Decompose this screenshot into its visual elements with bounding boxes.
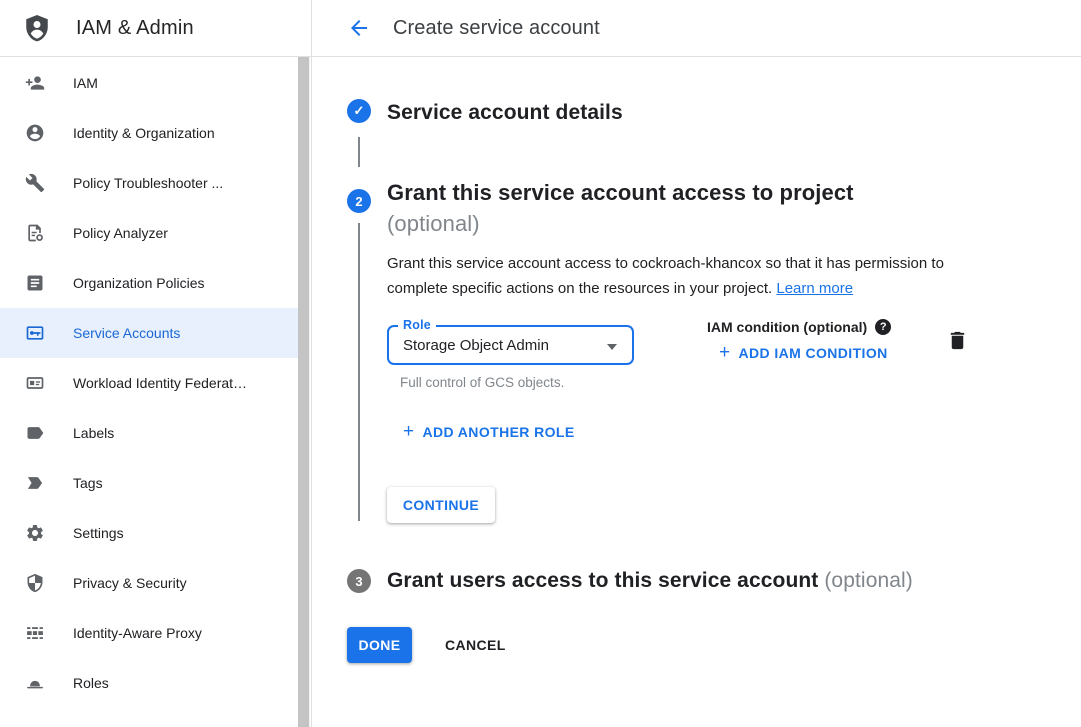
sidebar-item-roles[interactable]: Roles <box>0 658 298 708</box>
step3-title: Grant users access to this service accou… <box>387 569 913 593</box>
iam-condition-block: IAM condition (optional) ? + ADD IAM CON… <box>707 319 891 362</box>
dropdown-arrow-icon <box>607 344 617 350</box>
sidebar-item-settings[interactable]: Settings <box>0 508 298 558</box>
sidebar-item-service-accounts[interactable]: Service Accounts <box>0 308 298 358</box>
iam-shield-logo-icon <box>22 13 52 43</box>
sidebar-item-label: Workload Identity Federat… <box>73 375 247 391</box>
product-title: IAM & Admin <box>76 17 194 40</box>
sidebar-item-label: Settings <box>73 525 124 541</box>
step-connector-line <box>358 137 360 167</box>
role-row: Role Storage Object Admin Full control o… <box>387 315 984 395</box>
sidebar-item-label: Policy Troubleshooter ... <box>73 175 223 191</box>
continue-button[interactable]: CONTINUE <box>387 487 495 523</box>
sidebar-item-label: Privacy & Security <box>73 575 187 591</box>
service-account-key-icon <box>25 323 45 343</box>
sidebar-item-label: Tags <box>73 475 103 491</box>
step2-description: Grant this service account access to coc… <box>387 251 984 301</box>
add-iam-condition-label: ADD IAM CONDITION <box>739 345 888 361</box>
role-field-label: Role <box>398 318 436 332</box>
sidebar-scrollbar[interactable] <box>298 57 310 727</box>
roles-hat-icon <box>25 673 45 693</box>
sidebar-item-label: Labels <box>73 425 114 441</box>
sidebar-item-iam[interactable]: IAM <box>0 58 298 108</box>
step3-title-text: Grant users access to this service accou… <box>387 569 818 592</box>
step2-title: Grant this service account access to pro… <box>387 177 984 239</box>
step1-title: Service account details <box>387 99 623 127</box>
step1-rail: ✓ <box>347 99 371 127</box>
wizard-content: ✓ Service account details 2 Grant this s… <box>312 57 1081 663</box>
step2-description-text: Grant this service account access to coc… <box>387 255 944 297</box>
main-pane: Create service account ✓ Service account… <box>312 0 1081 727</box>
person-add-icon <box>25 73 45 93</box>
delete-role-trash-icon[interactable] <box>946 329 970 353</box>
sidebar-item-policy-analyzer[interactable]: Policy Analyzer <box>0 208 298 258</box>
plus-icon: + <box>719 344 731 362</box>
sidebar-item-identity-organization[interactable]: Identity & Organization <box>0 108 298 158</box>
step2-body: Grant this service account access to pro… <box>387 177 984 523</box>
step-connector-line <box>358 223 360 521</box>
role-select[interactable]: Role Storage Object Admin <box>387 325 634 365</box>
badge-card-icon <box>25 373 45 393</box>
sidebar-item-label: IAM <box>73 75 98 91</box>
help-icon[interactable]: ? <box>875 319 891 335</box>
sidebar-item-policy-troubleshooter[interactable]: Policy Troubleshooter ... <box>0 158 298 208</box>
step3-number-badge: 3 <box>347 569 371 593</box>
sidebar-item-label: Policy Analyzer <box>73 225 168 241</box>
iam-condition-label: IAM condition (optional) <box>707 319 867 335</box>
step2-row: 2 Grant this service account access to p… <box>347 177 1081 549</box>
sidebar-item-labels[interactable]: Labels <box>0 408 298 458</box>
account-circle-icon <box>25 123 45 143</box>
sidebar-item-label: Service Accounts <box>73 325 180 341</box>
wrench-icon <box>25 173 45 193</box>
sidebar-item-privacy-security[interactable]: Privacy & Security <box>0 558 298 608</box>
sidebar-nav: IAM Identity & Organization Policy Troub… <box>0 58 298 708</box>
add-another-role-button[interactable]: + ADD ANOTHER ROLE <box>403 423 984 441</box>
sidebar-item-label: Organization Policies <box>73 275 205 291</box>
page-title: Create service account <box>393 17 600 40</box>
step1-complete-check-icon: ✓ <box>347 99 371 123</box>
step2-rail: 2 <box>347 177 371 523</box>
step3-row: 3 Grant users access to this service acc… <box>347 569 1081 593</box>
back-arrow-icon[interactable] <box>347 16 371 40</box>
learn-more-link[interactable]: Learn more <box>776 280 853 297</box>
sidebar-item-tags[interactable]: Tags <box>0 458 298 508</box>
step3-rail: 3 <box>347 569 371 593</box>
step3-optional-label: (optional) <box>824 569 913 592</box>
document-icon <box>25 273 45 293</box>
proxy-layers-icon <box>25 623 45 643</box>
role-selected-value: Storage Object Admin <box>403 337 549 354</box>
sidebar-item-organization-policies[interactable]: Organization Policies <box>0 258 298 308</box>
step1-row: ✓ Service account details <box>347 99 1081 127</box>
step2-number-badge: 2 <box>347 189 371 213</box>
sidebar-item-workload-identity-federation[interactable]: Workload Identity Federat… <box>0 358 298 408</box>
sidebar-header: IAM & Admin <box>0 0 311 57</box>
sidebar-item-label: Identity & Organization <box>73 125 215 141</box>
scrollbar-thumb[interactable] <box>298 57 309 727</box>
plus-icon: + <box>403 423 415 441</box>
step2-title-text: Grant this service account access to pro… <box>387 180 854 205</box>
topbar: Create service account <box>312 0 1081 57</box>
role-helper-text: Full control of GCS objects. <box>400 375 564 390</box>
shield-half-icon <box>25 573 45 593</box>
gear-icon <box>25 523 45 543</box>
add-iam-condition-button[interactable]: + ADD IAM CONDITION <box>719 344 891 362</box>
sidebar: IAM & Admin IAM Identity & Organization … <box>0 0 312 727</box>
tag-arrow-icon <box>25 473 45 493</box>
add-another-role-label: ADD ANOTHER ROLE <box>423 424 575 440</box>
sidebar-item-label: Roles <box>73 675 109 691</box>
form-footer: DONE CANCEL <box>347 627 1081 663</box>
sidebar-item-label: Identity-Aware Proxy <box>73 625 202 641</box>
step2-optional-label: (optional) <box>387 211 480 236</box>
sidebar-item-identity-aware-proxy[interactable]: Identity-Aware Proxy <box>0 608 298 658</box>
done-button[interactable]: DONE <box>347 627 412 663</box>
cancel-button[interactable]: CANCEL <box>445 637 506 653</box>
policy-analyzer-icon <box>25 223 45 243</box>
label-tag-icon <box>25 423 45 443</box>
